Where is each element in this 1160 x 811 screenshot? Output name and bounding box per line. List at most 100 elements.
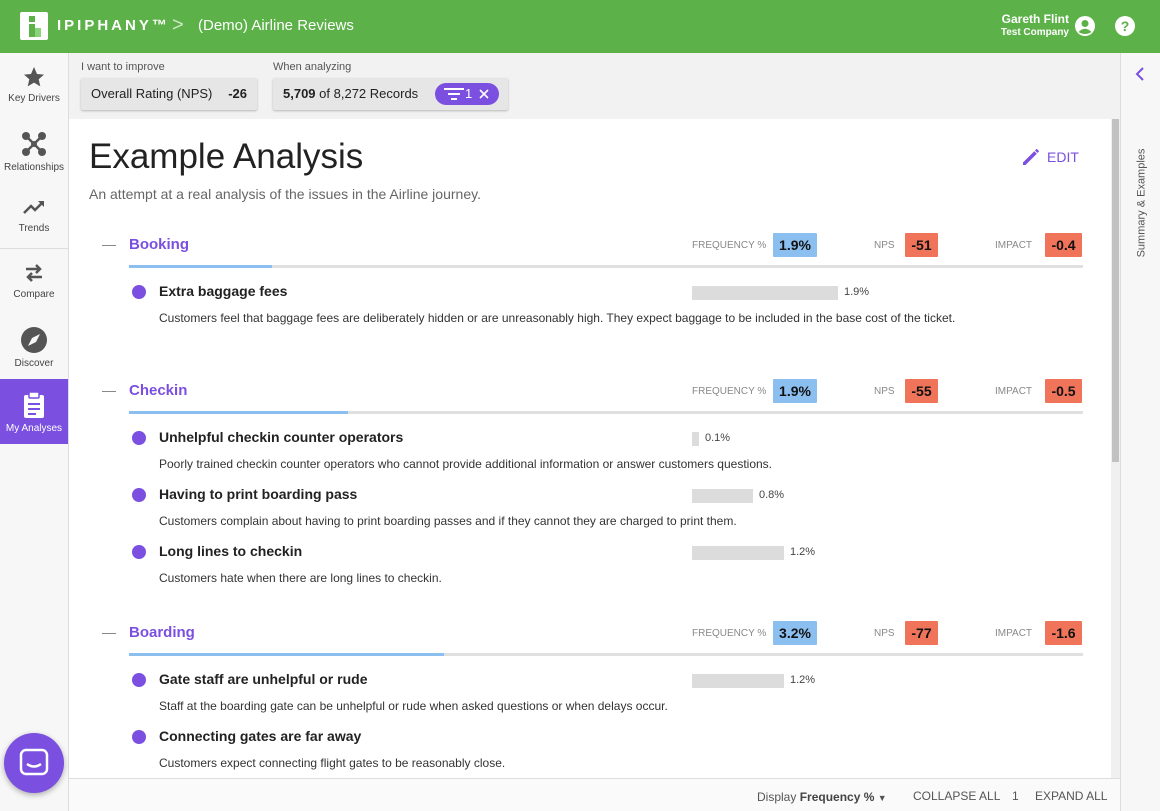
item-description: Customers expect connecting flight gates… <box>159 756 506 770</box>
sidebar-item-label: My Analyses <box>5 423 63 434</box>
section-title[interactable]: Boarding <box>129 624 195 641</box>
collapse-section-icon[interactable] <box>102 391 116 392</box>
chevron-left-icon[interactable] <box>1135 67 1145 86</box>
collapse-section-icon[interactable] <box>102 245 116 246</box>
breadcrumb-separator: > <box>172 14 184 36</box>
sidebar-item-relationships[interactable]: Relationships <box>0 118 68 183</box>
filter-chip[interactable]: 1 <box>435 83 499 105</box>
page-subtitle: An attempt at a real analysis of the iss… <box>89 186 481 202</box>
frequency-bar <box>692 489 753 503</box>
user-name: Gareth Flint <box>1001 12 1069 26</box>
sidebar-item-compare[interactable]: Compare <box>0 249 68 314</box>
collapse-all-button[interactable]: COLLAPSE ALL <box>913 789 1000 803</box>
item-title[interactable]: Gate staff are unhelpful or rude <box>159 671 367 687</box>
section-divider <box>129 265 1083 268</box>
svg-text:?: ? <box>1121 18 1130 34</box>
records-total: of 8,272 Records <box>319 86 419 101</box>
sidebar-item-label: Relationships <box>3 162 65 173</box>
impact-badge: -1.6 <box>1045 621 1082 645</box>
bottom-bar: Display Frequency % ▼ COLLAPSE ALL 1 EXP… <box>69 778 1120 811</box>
network-icon <box>22 132 46 156</box>
chat-button[interactable] <box>4 733 64 793</box>
sidebar-item-trends[interactable]: Trends <box>0 183 68 248</box>
clipboard-icon <box>24 391 44 418</box>
display-prefix: Display <box>757 790 797 804</box>
nps-badge: -51 <box>905 233 938 257</box>
sidebar: Key Drivers Relationships Trends Compare… <box>0 53 69 811</box>
item-description: Staff at the boarding gate can be unhelp… <box>159 699 668 713</box>
section-divider <box>129 411 1083 414</box>
records-selector[interactable]: 5,709 of 8,272 Records 1 <box>273 78 508 110</box>
item-description: Customers hate when there are long lines… <box>159 571 442 585</box>
frequency-bar <box>692 674 784 688</box>
frequency-value: 0.8% <box>759 489 785 501</box>
item-description: Customers feel that baggage fees are del… <box>159 311 956 325</box>
trend-icon <box>23 201 44 214</box>
nps-badge: -55 <box>905 379 938 403</box>
help-icon[interactable]: ? <box>1114 15 1136 37</box>
sidebar-item-label: Discover <box>14 358 54 369</box>
item-title[interactable]: Having to print boarding pass <box>159 486 357 502</box>
improve-label: I want to improve <box>81 61 165 73</box>
scrollbar-thumb[interactable] <box>1112 119 1119 462</box>
nps-label: NPS <box>874 628 895 639</box>
impact-label: IMPACT <box>995 628 1033 639</box>
level-indicator[interactable]: 1 <box>1012 789 1019 803</box>
section-title[interactable]: Booking <box>129 236 189 253</box>
analysis-panel: Example Analysis An attempt at a real an… <box>69 119 1111 778</box>
star-icon <box>24 67 44 87</box>
collapse-section-icon[interactable] <box>102 633 116 634</box>
item-dot-icon <box>132 545 146 559</box>
records-count: 5,709 <box>283 86 316 101</box>
item-title[interactable]: Unhelpful checkin counter operators <box>159 429 403 445</box>
item-dot-icon <box>132 673 146 687</box>
frequency-value: 1.2% <box>790 546 816 558</box>
item-title[interactable]: Connecting gates are far away <box>159 728 361 744</box>
chat-icon <box>19 748 49 776</box>
summary-panel-label: Summary & Examples <box>1135 148 1148 258</box>
frequency-label: FREQUENCY % <box>692 628 767 639</box>
logo-icon[interactable] <box>20 12 48 40</box>
item-description: Poorly trained checkin counter operators… <box>159 457 772 471</box>
account-icon[interactable] <box>1074 15 1096 37</box>
improve-metric-selector[interactable]: Overall Rating (NPS) -26 <box>81 78 257 110</box>
brand-name[interactable]: IPIPHANY™ <box>57 17 170 34</box>
frequency-bar <box>692 546 784 560</box>
nps-badge: -77 <box>905 621 938 645</box>
summary-panel-toggle[interactable]: Summary & Examples <box>1120 53 1160 811</box>
user-info[interactable]: Gareth Flint Test Company <box>1001 12 1069 38</box>
filter-icon <box>444 88 464 100</box>
nps-label: NPS <box>874 386 895 397</box>
breadcrumb-project[interactable]: (Demo) Airline Reviews <box>198 17 354 34</box>
page-title: Example Analysis <box>89 137 364 176</box>
item-dot-icon <box>132 730 146 744</box>
expand-all-button[interactable]: EXPAND ALL <box>1035 789 1107 803</box>
improve-metric: Overall Rating (NPS) <box>91 86 213 101</box>
sidebar-item-discover[interactable]: Discover <box>0 314 68 379</box>
sidebar-item-key-drivers[interactable]: Key Drivers <box>0 53 68 118</box>
sidebar-item-my-analyses[interactable]: My Analyses <box>0 379 68 444</box>
item-dot-icon <box>132 285 146 299</box>
frequency-label: FREQUENCY % <box>692 240 767 251</box>
frequency-badge: 3.2% <box>773 621 817 645</box>
close-icon[interactable] <box>479 89 489 99</box>
pencil-icon <box>1023 149 1039 165</box>
section-divider <box>129 653 1083 656</box>
improve-value: -26 <box>228 86 247 101</box>
display-selector[interactable]: Display Frequency % ▼ <box>757 790 887 804</box>
impact-badge: -0.5 <box>1045 379 1082 403</box>
impact-label: IMPACT <box>995 240 1033 251</box>
section-title[interactable]: Checkin <box>129 382 187 399</box>
scrollbar[interactable] <box>1111 119 1120 778</box>
item-title[interactable]: Extra baggage fees <box>159 283 287 299</box>
analyze-label: When analyzing <box>273 61 352 73</box>
item-title[interactable]: Long lines to checkin <box>159 543 302 559</box>
frequency-label: FREQUENCY % <box>692 386 767 397</box>
impact-label: IMPACT <box>995 386 1033 397</box>
sidebar-item-label: Compare <box>13 289 55 300</box>
edit-label: EDIT <box>1047 149 1079 165</box>
frequency-value: 0.1% <box>705 432 731 444</box>
section-progress <box>129 653 444 656</box>
impact-badge: -0.4 <box>1045 233 1082 257</box>
section-progress <box>129 411 348 414</box>
